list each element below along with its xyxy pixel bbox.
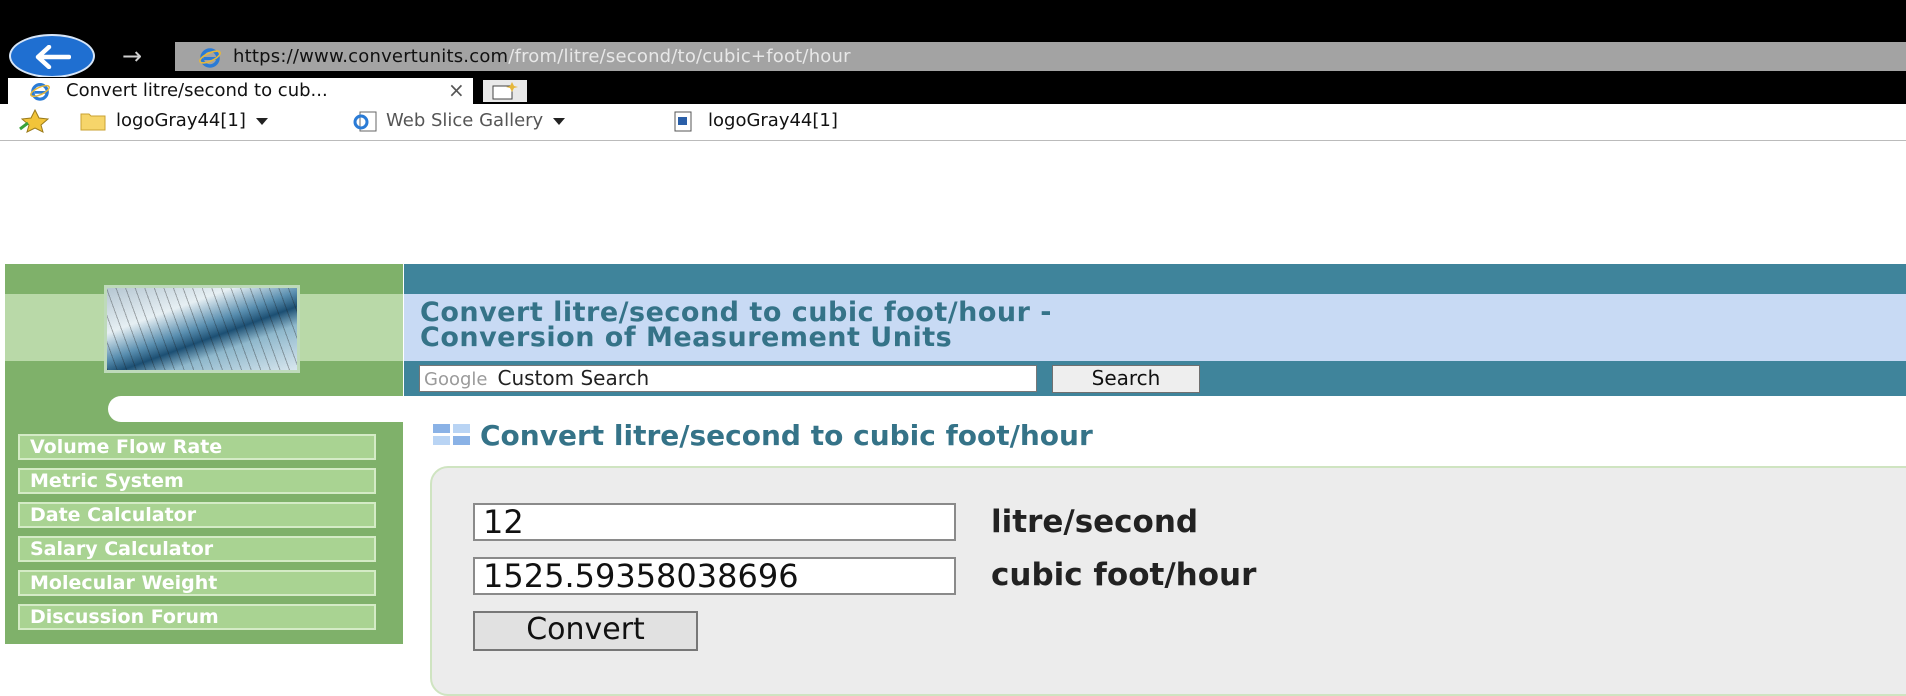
page-icon bbox=[674, 111, 692, 132]
new-tab-icon bbox=[492, 82, 518, 100]
window-titlebar bbox=[0, 0, 1906, 11]
page-title-line2: Conversion of Measurement Units bbox=[420, 322, 953, 353]
search-placeholder: Custom Search bbox=[497, 366, 650, 390]
from-value-input[interactable]: 12 bbox=[473, 503, 956, 541]
conversion-heading: Convert litre/second to cubic foot/hour bbox=[480, 419, 1093, 452]
url-path: /from/litre/second/to/cubic+foot/hour bbox=[508, 46, 851, 67]
favorite-item[interactable]: logoGray44[1] bbox=[80, 110, 268, 132]
ie-page-icon bbox=[353, 111, 377, 132]
sidebar-item-salary-calculator[interactable]: Salary Calculator bbox=[18, 536, 376, 562]
grid-square bbox=[433, 436, 450, 445]
chevron-down-icon bbox=[255, 117, 268, 125]
favorite-label: logoGray44[1] bbox=[708, 110, 838, 131]
folder-icon bbox=[80, 113, 106, 131]
favorite-label: logoGray44[1] bbox=[116, 110, 246, 131]
grid-square bbox=[453, 424, 470, 433]
back-arrow-icon bbox=[35, 45, 71, 69]
url-field[interactable]: https://www.convertunits.com/from/litre/… bbox=[175, 42, 1906, 71]
ruler-logo-image[interactable] bbox=[104, 285, 300, 373]
sidebar-item-molecular-weight[interactable]: Molecular Weight bbox=[18, 570, 376, 596]
url-domain: convertunits.com bbox=[348, 46, 509, 67]
chevron-down-icon bbox=[553, 117, 566, 125]
search-button[interactable]: Search bbox=[1052, 365, 1200, 393]
ie-icon bbox=[30, 83, 50, 101]
google-logo-label: Google bbox=[424, 369, 488, 390]
ruler-ticks bbox=[107, 288, 297, 370]
from-unit-label: litre/second bbox=[991, 504, 1199, 540]
forward-button[interactable]: → bbox=[122, 44, 152, 68]
close-icon[interactable]: × bbox=[448, 79, 465, 101]
grid-square bbox=[453, 436, 470, 445]
url-text: https://www.convertunits.com/from/litre/… bbox=[233, 44, 851, 69]
new-tab-button[interactable] bbox=[483, 80, 527, 102]
sidebar-item-metric-system[interactable]: Metric System bbox=[18, 468, 376, 494]
grid-bullet-icon bbox=[433, 424, 471, 445]
favorite-item[interactable]: logoGray44[1] bbox=[672, 110, 838, 132]
convert-button[interactable]: Convert bbox=[473, 611, 698, 651]
favorites-bar: logoGray44[1] Web Slice Gallery logoGray… bbox=[0, 105, 1906, 141]
page-title: Convert litre/second to cubic foot/hour … bbox=[420, 299, 1420, 353]
tab-active[interactable]: Convert litre/second to cub... × bbox=[8, 78, 473, 105]
url-prefix: https://www. bbox=[233, 46, 349, 67]
sidebar-item-volume-flow-rate[interactable]: Volume Flow Rate bbox=[18, 434, 376, 460]
header-top-band bbox=[404, 264, 1906, 294]
to-value-input[interactable]: 1525.59358038696 bbox=[473, 557, 956, 595]
back-button[interactable] bbox=[9, 34, 95, 78]
favorite-label: Web Slice Gallery bbox=[386, 110, 544, 131]
favorite-item[interactable]: Web Slice Gallery bbox=[352, 110, 566, 132]
to-unit-label: cubic foot/hour bbox=[991, 557, 1257, 593]
sidebar-ledge bbox=[108, 396, 404, 422]
favorites-star-icon[interactable] bbox=[18, 109, 52, 133]
grid-square bbox=[433, 424, 450, 433]
ie-icon bbox=[199, 48, 221, 68]
sidebar-item-discussion-forum[interactable]: Discussion Forum bbox=[18, 604, 376, 630]
search-input[interactable]: Google Custom Search bbox=[419, 365, 1037, 392]
sidebar-item-date-calculator[interactable]: Date Calculator bbox=[18, 502, 376, 528]
tab-title: Convert litre/second to cub... bbox=[66, 80, 328, 101]
